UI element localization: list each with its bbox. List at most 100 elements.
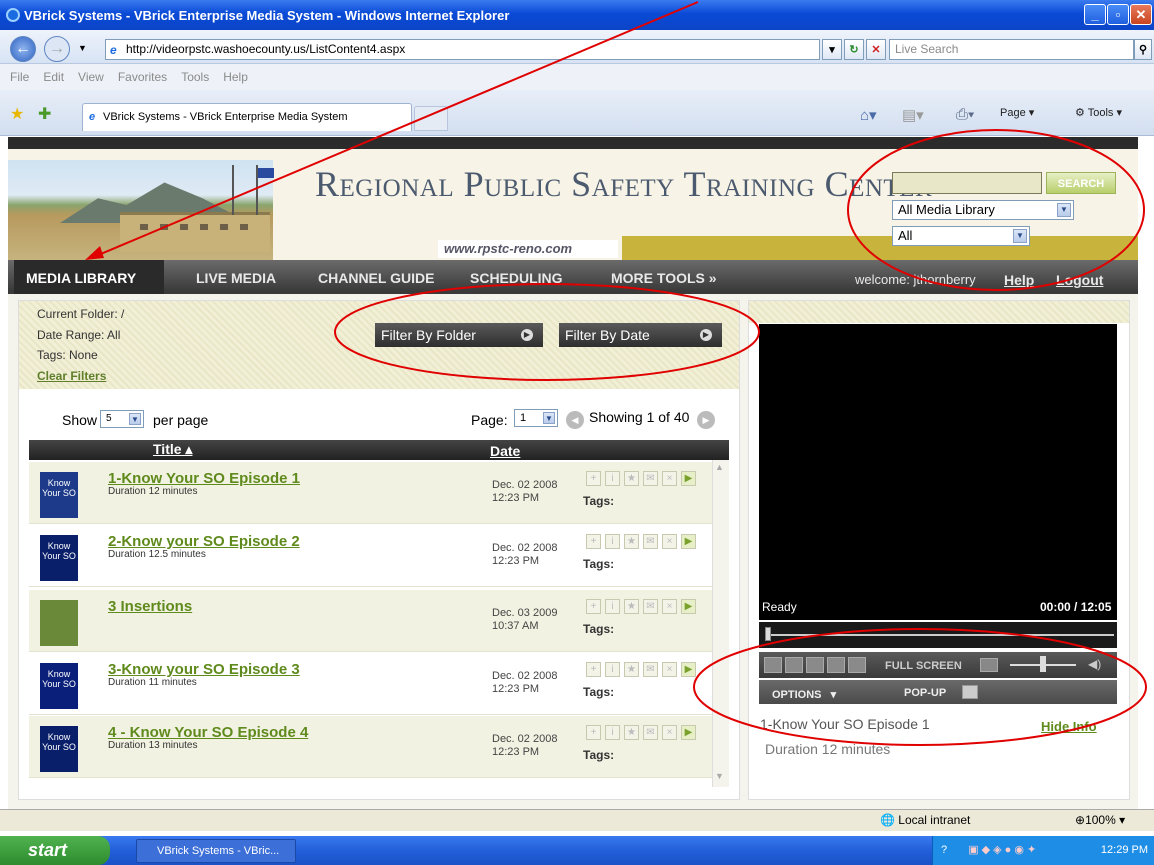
row-title-link[interactable]: 3 Insertions bbox=[108, 598, 192, 615]
start-button[interactable]: start bbox=[0, 836, 110, 865]
speaker-icon[interactable]: ◀) bbox=[1088, 657, 1101, 671]
zoom-control[interactable]: ⊕100% ▾ bbox=[1075, 813, 1125, 827]
row-title-link[interactable]: 1-Know Your SO Episode 1 bbox=[108, 470, 300, 487]
options-button[interactable]: OPTIONS ▾ bbox=[772, 688, 836, 701]
favorite-icon[interactable]: ★ bbox=[624, 662, 639, 677]
video-thumbnail[interactable]: Know Your SO bbox=[40, 726, 78, 772]
favorite-icon[interactable]: ★ bbox=[624, 725, 639, 740]
video-thumbnail[interactable]: Know Your SO bbox=[40, 535, 78, 581]
full-screen-icon[interactable] bbox=[980, 658, 998, 672]
info-icon[interactable]: i bbox=[605, 599, 620, 614]
row-title-link[interactable]: 3-Know your SO Episode 3 bbox=[108, 661, 300, 678]
remove-icon[interactable]: × bbox=[662, 599, 677, 614]
email-icon[interactable]: ✉ bbox=[643, 662, 658, 677]
add-favorites-icon[interactable]: ✚ bbox=[38, 104, 51, 124]
info-icon[interactable]: i bbox=[605, 662, 620, 677]
info-icon[interactable]: i bbox=[605, 534, 620, 549]
nav-scheduling[interactable]: SCHEDULING bbox=[470, 270, 563, 286]
nav-media-library[interactable]: MEDIA LIBRARY bbox=[14, 260, 164, 294]
tray-icons[interactable]: ▣ ◆ ◈ ● ◉ ✦ bbox=[968, 844, 1036, 856]
stop-icon[interactable]: ✕ bbox=[866, 39, 886, 60]
volume-handle[interactable] bbox=[1040, 656, 1046, 672]
play-icon[interactable]: ▶ bbox=[681, 662, 696, 677]
remove-icon[interactable]: × bbox=[662, 725, 677, 740]
home-icon[interactable]: ⌂▾ bbox=[860, 106, 877, 124]
next-page-button[interactable]: ▶ bbox=[697, 411, 715, 429]
video-thumbnail[interactable]: Know Your SO bbox=[40, 663, 78, 709]
type-select[interactable]: All ▼ bbox=[892, 226, 1030, 246]
prev-page-button[interactable]: ◀ bbox=[566, 411, 584, 429]
refresh-icon[interactable]: ↻ bbox=[844, 39, 864, 60]
full-screen-button[interactable]: FULL SCREEN bbox=[885, 660, 962, 672]
library-select[interactable]: All Media Library ▼ bbox=[892, 200, 1074, 220]
menu-tools[interactable]: Tools bbox=[181, 70, 209, 84]
video-thumbnail[interactable] bbox=[40, 600, 78, 646]
add-icon[interactable]: + bbox=[586, 599, 601, 614]
history-dropdown-icon[interactable]: ▼ bbox=[78, 43, 87, 53]
nav-live-media[interactable]: LIVE MEDIA bbox=[196, 270, 276, 286]
popup-button[interactable]: POP-UP bbox=[904, 687, 946, 699]
title-column-header[interactable]: Title ▴ bbox=[153, 441, 192, 458]
seek-bar[interactable] bbox=[759, 622, 1117, 648]
video-player[interactable] bbox=[759, 324, 1117, 620]
maximize-button[interactable]: ▫ bbox=[1107, 4, 1129, 25]
favorite-icon[interactable]: ★ bbox=[624, 599, 639, 614]
row-title-link[interactable]: 4 - Know Your SO Episode 4 bbox=[108, 724, 308, 741]
add-icon[interactable]: + bbox=[586, 662, 601, 677]
email-icon[interactable]: ✉ bbox=[643, 725, 658, 740]
tab-vbrick[interactable]: VBrick Systems - VBrick Enterprise Media… bbox=[82, 103, 412, 131]
date-column-header[interactable]: Date bbox=[490, 443, 520, 459]
stop-icon[interactable] bbox=[806, 657, 824, 673]
remove-icon[interactable]: × bbox=[662, 534, 677, 549]
live-search-input[interactable]: Live Search bbox=[889, 39, 1134, 60]
play-icon[interactable]: ▶ bbox=[681, 534, 696, 549]
add-icon[interactable]: + bbox=[586, 534, 601, 549]
email-icon[interactable]: ✉ bbox=[643, 534, 658, 549]
forward-button[interactable]: → bbox=[44, 36, 70, 62]
email-icon[interactable]: ✉ bbox=[643, 471, 658, 486]
site-search-input[interactable] bbox=[892, 172, 1042, 194]
search-icon[interactable]: ⚲ bbox=[1134, 39, 1152, 60]
new-tab-button[interactable] bbox=[414, 106, 448, 131]
info-icon[interactable]: i bbox=[605, 471, 620, 486]
feeds-icon[interactable]: ▤▾ bbox=[902, 106, 924, 124]
address-dropdown-icon[interactable]: ▾ bbox=[822, 39, 842, 60]
row-title-link[interactable]: 2-Know your SO Episode 2 bbox=[108, 533, 300, 550]
menu-view[interactable]: View bbox=[78, 70, 104, 84]
per-page-select[interactable]: 5 ▼ bbox=[100, 410, 144, 428]
close-button[interactable]: ✕ bbox=[1130, 4, 1152, 25]
clear-filters-link[interactable]: Clear Filters bbox=[37, 369, 106, 383]
address-input[interactable]: http://videorpstc.washoecounty.us/ListCo… bbox=[105, 39, 820, 60]
seek-handle[interactable] bbox=[765, 627, 771, 641]
popup-icon[interactable] bbox=[962, 685, 978, 699]
list-scrollbar[interactable]: ▲ ▼ bbox=[712, 460, 729, 787]
add-icon[interactable]: + bbox=[586, 471, 601, 486]
print-icon[interactable]: ⎙▾ bbox=[956, 106, 974, 123]
taskbar-item-ie[interactable]: VBrick Systems - VBric... bbox=[136, 839, 296, 863]
filter-by-date-button[interactable]: Filter By Date ▶ bbox=[559, 323, 722, 347]
add-icon[interactable]: + bbox=[586, 725, 601, 740]
favorite-icon[interactable]: ★ bbox=[624, 471, 639, 486]
nav-channel-guide[interactable]: CHANNEL GUIDE bbox=[318, 270, 434, 286]
menu-edit[interactable]: Edit bbox=[43, 70, 64, 84]
favorite-icon[interactable]: ★ bbox=[624, 534, 639, 549]
remove-icon[interactable]: × bbox=[662, 662, 677, 677]
pause-icon[interactable] bbox=[785, 657, 803, 673]
forward-icon[interactable] bbox=[848, 657, 866, 673]
play-icon[interactable] bbox=[764, 657, 782, 673]
video-thumbnail[interactable]: Know Your SO bbox=[40, 472, 78, 518]
menu-help[interactable]: Help bbox=[223, 70, 248, 84]
play-icon[interactable]: ▶ bbox=[681, 471, 696, 486]
nav-more-tools[interactable]: MORE TOOLS » bbox=[611, 270, 717, 286]
help-link[interactable]: Help bbox=[1004, 272, 1034, 288]
play-icon[interactable]: ▶ bbox=[681, 725, 696, 740]
menu-file[interactable]: File bbox=[10, 70, 29, 84]
favorites-star-icon[interactable]: ★ bbox=[10, 104, 24, 124]
filter-by-folder-button[interactable]: Filter By Folder ▶ bbox=[375, 323, 543, 347]
back-button[interactable]: ← bbox=[10, 36, 36, 62]
play-icon[interactable]: ▶ bbox=[681, 599, 696, 614]
email-icon[interactable]: ✉ bbox=[643, 599, 658, 614]
page-select[interactable]: 1 ▼ bbox=[514, 409, 558, 427]
page-menu[interactable]: Page ▾ bbox=[1000, 106, 1034, 119]
tools-menu[interactable]: ⚙ Tools ▾ bbox=[1075, 106, 1122, 119]
